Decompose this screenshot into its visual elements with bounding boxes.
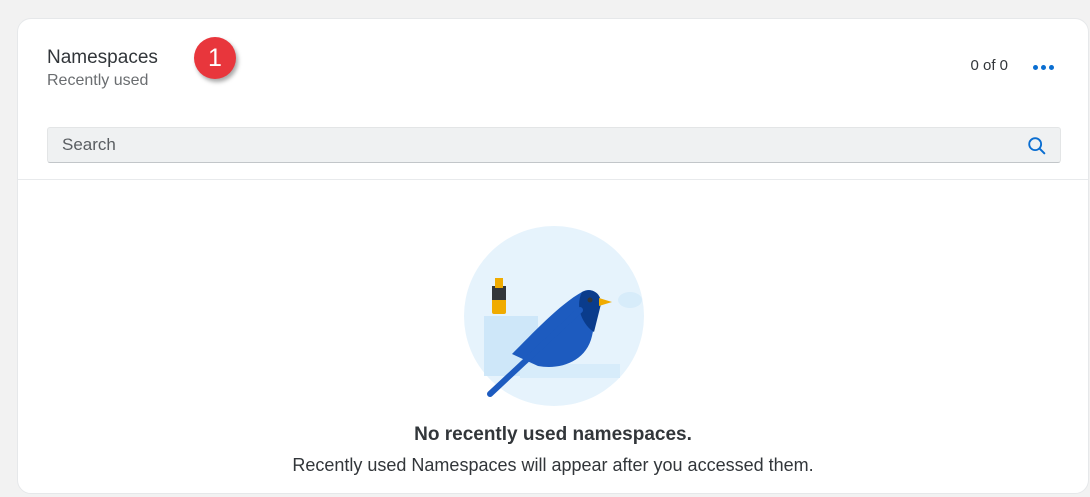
more-dot (1032, 64, 1038, 70)
card-subtitle: Recently used (47, 72, 149, 89)
empty-state-description: Recently used Namespaces will appear aft… (292, 455, 814, 475)
search-field (47, 127, 1061, 163)
card-title: Namespaces (47, 47, 158, 68)
bird-illustration (464, 226, 644, 406)
step-number-badge: 1 (194, 37, 236, 79)
more-dot (1040, 64, 1046, 70)
more-dot (1048, 64, 1054, 70)
namespaces-card: Namespaces Recently used 1 0 of 0 N (17, 18, 1089, 494)
more-options-button[interactable] (1028, 55, 1058, 79)
empty-state-title: No recently used namespaces. (414, 424, 692, 445)
search-icon[interactable] (1026, 135, 1048, 157)
card-header: Namespaces Recently used 1 0 of 0 (18, 19, 1088, 180)
item-count: 0 of 0 (970, 57, 1008, 74)
search-input[interactable] (48, 128, 1008, 162)
